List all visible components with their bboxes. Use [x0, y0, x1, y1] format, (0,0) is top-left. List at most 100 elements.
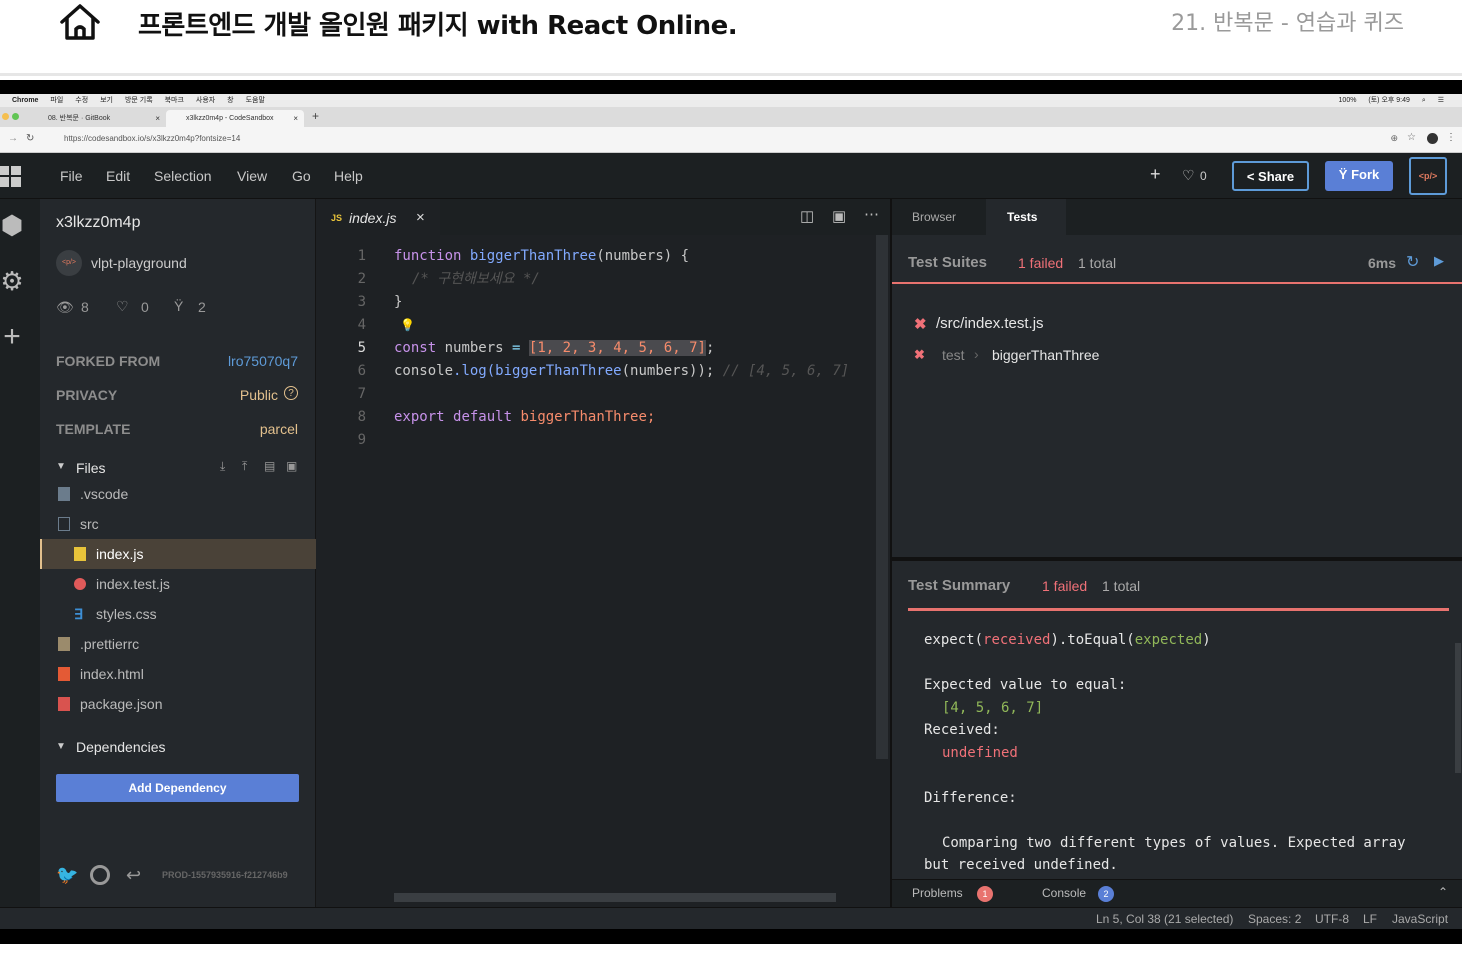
fork-button[interactable]: Ÿ Fork	[1325, 161, 1393, 191]
window-zoom-icon[interactable]	[12, 113, 19, 120]
menu-view[interactable]: View	[237, 168, 267, 184]
new-tab-button[interactable]: +	[312, 109, 319, 123]
files-header[interactable]: Files	[76, 460, 106, 476]
logo-icon[interactable]	[0, 166, 22, 188]
encoding[interactable]: UTF-8	[1315, 912, 1349, 926]
sandbox-name[interactable]: x3lkzz0m4p	[56, 214, 140, 232]
download-icon[interactable]: ⤓	[220, 459, 225, 474]
lightbulb-icon[interactable]: 💡	[400, 314, 415, 337]
menu-selection[interactable]: Selection	[154, 168, 212, 184]
code-area[interactable]: 1 function biggerThanThree(numbers) { 2/*…	[316, 235, 890, 907]
more-icon[interactable]: ⋯	[864, 205, 879, 223]
close-icon[interactable]: ×	[155, 110, 160, 127]
bookmark-star-icon[interactable]: ☆	[1407, 132, 1416, 143]
window-minimize-icon[interactable]	[2, 113, 9, 120]
home-icon[interactable]	[58, 2, 102, 42]
privacy-value[interactable]: Public	[240, 387, 278, 403]
mac-menu-item[interactable]: 도움말	[246, 97, 265, 104]
tab-tests[interactable]: Tests	[986, 199, 1066, 235]
embed-button[interactable]: <p/>	[1409, 157, 1447, 195]
horizontal-scrollbar[interactable]	[394, 893, 836, 902]
indentation[interactable]: Spaces: 2	[1248, 912, 1301, 926]
vertical-scrollbar[interactable]	[876, 235, 888, 759]
reload-icon[interactable]: ↻	[26, 133, 34, 144]
file-item-active[interactable]: index.js	[40, 539, 316, 569]
file-item[interactable]: package.json	[40, 689, 316, 719]
zoom-icon[interactable]: ⊕	[1390, 133, 1398, 144]
language-mode[interactable]: JavaScript	[1392, 912, 1448, 926]
forked-from-link[interactable]: lro75070q7	[228, 353, 298, 369]
file-item[interactable]: .prettierrc	[40, 629, 316, 659]
create-button[interactable]: +	[1150, 164, 1161, 185]
heart-icon[interactable]: ♡	[1182, 167, 1195, 184]
upload-icon[interactable]: ⤒	[242, 459, 247, 474]
mac-menu-item[interactable]: Chrome	[12, 97, 38, 104]
file-item[interactable]: src	[40, 509, 316, 539]
total-count: 1 total	[1078, 255, 1117, 271]
chevron-up-icon[interactable]: ⌃	[1438, 885, 1448, 899]
test-file-path[interactable]: /src/index.test.js	[936, 315, 1044, 332]
meta-label: TEMPLATE	[56, 421, 131, 437]
close-icon[interactable]: ×	[293, 110, 298, 127]
mac-menu-item[interactable]: 파일	[50, 97, 63, 104]
chevron-down-icon[interactable]: ▼	[56, 461, 66, 472]
close-icon[interactable]: ×	[416, 209, 425, 226]
test-duration: 6ms	[1368, 255, 1397, 271]
share-button[interactable]: < Share	[1232, 161, 1309, 191]
profile-avatar[interactable]	[1427, 133, 1438, 144]
github-icon[interactable]	[90, 865, 110, 885]
menu-help[interactable]: Help	[334, 168, 363, 184]
preview-icon[interactable]: ▣	[832, 207, 846, 225]
summary-scrollbar[interactable]	[1455, 643, 1461, 773]
css-file-icon: ∃	[74, 606, 83, 622]
test-name[interactable]: biggerThanThree	[992, 347, 1099, 363]
more-icon[interactable]: ⋮	[1446, 132, 1456, 143]
menu-go[interactable]: Go	[292, 168, 311, 184]
help-icon[interactable]: ?	[284, 386, 298, 400]
chevron-down-icon[interactable]: ▼	[56, 741, 66, 752]
play-icon[interactable]: ▶	[1434, 253, 1444, 269]
add-dependency-button[interactable]: Add Dependency	[56, 774, 299, 802]
mac-menu-item[interactable]: 북마크	[165, 97, 184, 104]
panel-divider[interactable]	[892, 557, 1462, 561]
mac-menu-item[interactable]: 사용자	[196, 97, 215, 104]
plus-icon[interactable]: +	[0, 322, 24, 352]
line-ending[interactable]: LF	[1363, 912, 1377, 926]
mac-menu-item[interactable]: 창	[227, 97, 233, 104]
twitter-icon[interactable]: 🐦	[56, 865, 78, 886]
menu-file[interactable]: File	[60, 168, 83, 184]
template-name[interactable]: vlpt-playground	[91, 255, 187, 271]
new-file-icon[interactable]: ▤	[264, 459, 275, 473]
test-summary-output: expect(received).toEqual(expected) Expec…	[924, 629, 1444, 877]
dependencies-header[interactable]: Dependencies	[76, 739, 166, 755]
menu-edit[interactable]: Edit	[106, 168, 130, 184]
discord-icon[interactable]: ↩	[126, 865, 141, 886]
tab-browser[interactable]: Browser	[912, 210, 956, 224]
new-folder-icon[interactable]: ▣	[286, 459, 297, 473]
split-editor-icon[interactable]: ◫	[800, 207, 814, 225]
search-icon[interactable]: ⌕	[1422, 97, 1426, 104]
mac-menu-item[interactable]: 방문 기록	[125, 97, 153, 104]
mac-menu-item[interactable]: 보기	[100, 97, 113, 104]
cursor-position[interactable]: Ln 5, Col 38 (21 selected)	[1096, 912, 1233, 926]
editor-tab-active[interactable]: JS index.js ×	[316, 199, 440, 235]
gear-icon[interactable]: ⚙	[0, 268, 24, 294]
cube-icon[interactable]: ⬢	[0, 212, 24, 238]
back-icon[interactable]: →	[8, 133, 18, 144]
file-item[interactable]: index.html	[40, 659, 316, 689]
file-item[interactable]: index.test.js	[40, 569, 316, 599]
console-tab[interactable]: Console	[1042, 886, 1086, 900]
browser-tab-active[interactable]: x3lkzz0m4p - CodeSandbox ×	[166, 110, 304, 127]
file-item[interactable]: .vscode	[40, 479, 316, 509]
refresh-icon[interactable]: ↻	[1406, 252, 1419, 272]
test-suites-label: Test Suites	[908, 254, 987, 271]
mac-menu-item[interactable]: 수정	[75, 97, 88, 104]
menu-list-icon[interactable]: ☰	[1438, 97, 1444, 104]
file-item[interactable]: ∃ styles.css	[40, 599, 316, 629]
problems-tab[interactable]: Problems	[912, 886, 963, 900]
tab-label: 08. 반복문 · GitBook	[48, 115, 111, 122]
browser-tab[interactable]: 08. 반복문 · GitBook ×	[28, 110, 166, 127]
summary-line: undefined	[942, 744, 1018, 761]
summary-divider	[908, 608, 1449, 611]
url-field[interactable]: https://codesandbox.io/s/x3lkzz0m4p?font…	[64, 134, 240, 143]
